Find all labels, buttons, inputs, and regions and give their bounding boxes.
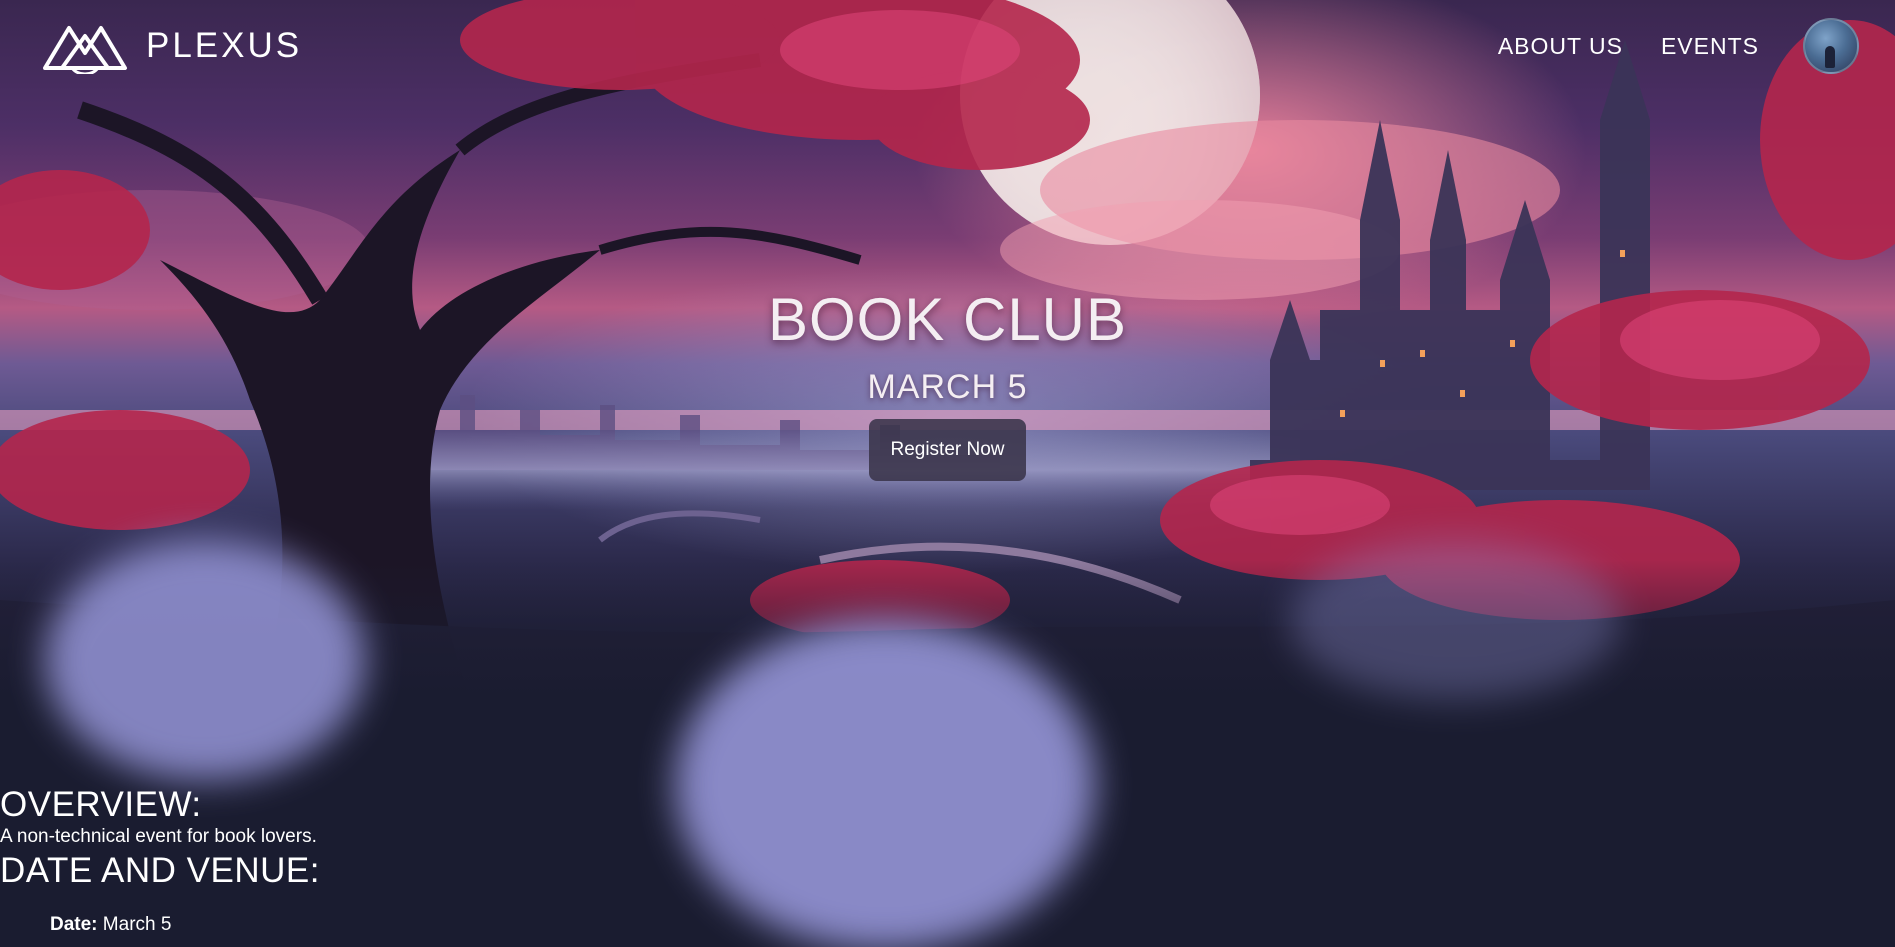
register-button[interactable]: Register Now xyxy=(869,419,1026,481)
page: PLEXUS ABOUT US EVENTS BOOK CLUB MARCH 5… xyxy=(0,0,1895,947)
glow-blob xyxy=(45,540,365,780)
event-details: OVERVIEW: A non-technical event for book… xyxy=(0,785,900,937)
event-date: MARCH 5 xyxy=(867,368,1028,406)
nav-links: ABOUT US EVENTS xyxy=(1498,18,1859,74)
detail-value: March 5 xyxy=(102,914,172,935)
hero-content: BOOK CLUB MARCH 5 Register Now xyxy=(0,285,1895,481)
detail-label: Date: xyxy=(50,914,98,935)
brand[interactable]: PLEXUS xyxy=(42,18,302,74)
overview-heading: OVERVIEW: xyxy=(0,785,202,824)
event-title: BOOK CLUB xyxy=(767,286,1128,353)
plexus-logo-icon xyxy=(43,26,127,74)
navbar: PLEXUS ABOUT US EVENTS xyxy=(0,0,1895,92)
list-item: Date: March 5 xyxy=(50,913,900,937)
nav-link-events[interactable]: EVENTS xyxy=(1661,33,1759,60)
overview-text: A non-technical event for book lovers. xyxy=(0,826,317,847)
brand-name: PLEXUS xyxy=(146,26,303,65)
nav-link-about-us[interactable]: ABOUT US xyxy=(1498,33,1623,60)
date-venue-list: Date: March 5 xyxy=(0,913,900,937)
date-venue-heading: DATE AND VENUE: xyxy=(0,851,320,890)
user-avatar-icon[interactable] xyxy=(1803,18,1859,74)
glow-blob xyxy=(1290,540,1620,700)
